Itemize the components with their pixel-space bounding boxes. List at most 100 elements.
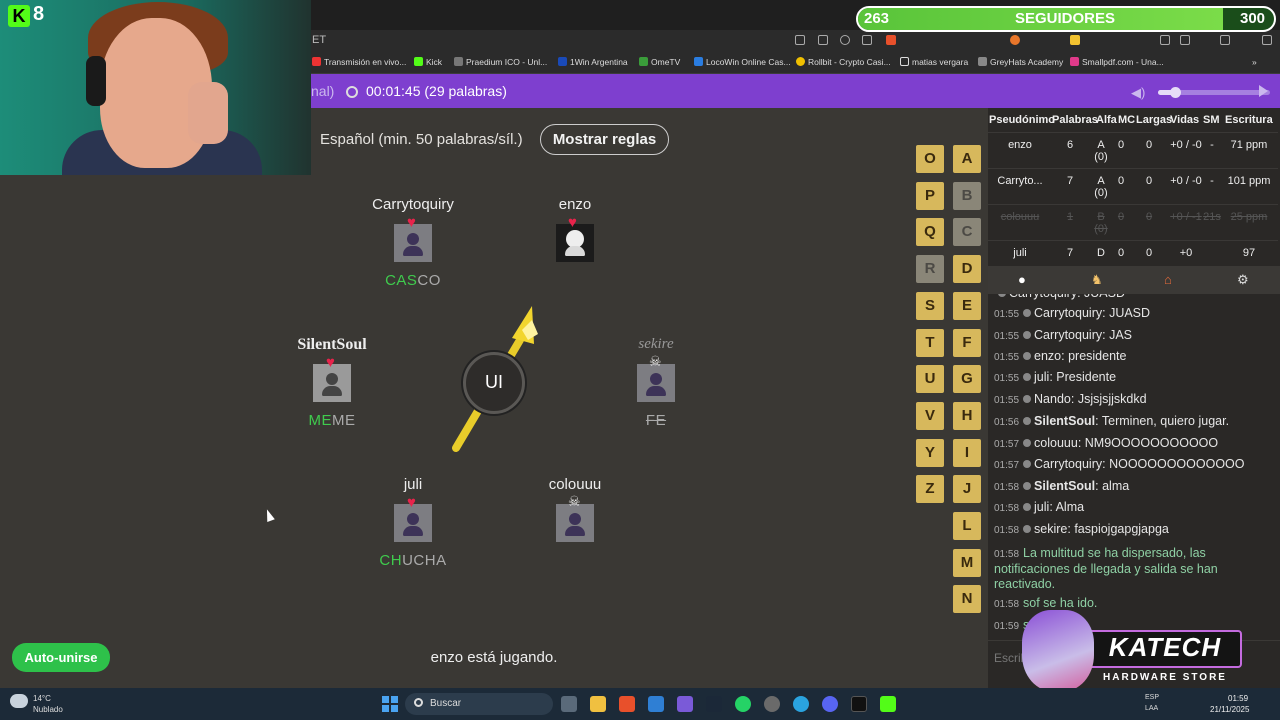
brave-browser-icon[interactable]: [619, 696, 635, 712]
user-icon: [1023, 525, 1032, 533]
kick-logo-icon: K: [8, 5, 30, 27]
chat-user[interactable]: SilentSoul: [1034, 414, 1095, 428]
language-indicator[interactable]: ESP: [1145, 694, 1159, 701]
chat-user[interactable]: Carrytoquiry: [1009, 294, 1077, 300]
score-cell: 0: [1145, 139, 1153, 151]
chat-user[interactable]: Carrytoquiry: [1034, 328, 1102, 342]
kick-icon[interactable]: [880, 696, 896, 712]
letter-tile: T: [916, 328, 944, 357]
more-bookmarks-icon[interactable]: »: [1252, 57, 1257, 67]
extension-icon[interactable]: [1070, 35, 1080, 45]
letter-tile: S: [916, 291, 944, 320]
cloud-icon[interactable]: [10, 694, 28, 708]
chat-text: NOOOOOOOOOOOOO: [1109, 457, 1245, 471]
windows-taskbar: [0, 688, 1280, 720]
bookmark[interactable]: Transmisión en vivo...: [312, 57, 406, 67]
telegram-icon[interactable]: [793, 696, 809, 712]
chat-user[interactable]: sekire: [1034, 522, 1067, 536]
chat-user[interactable]: juli: [1034, 500, 1049, 514]
chat-user[interactable]: Nando: [1034, 392, 1071, 406]
letter-tile: P: [916, 181, 944, 210]
screen-icon[interactable]: [795, 35, 805, 45]
letter-tile: C: [953, 218, 981, 247]
discord-icon[interactable]: [822, 696, 838, 712]
task-view-icon[interactable]: [561, 696, 577, 712]
score-cell: B (0): [1094, 211, 1108, 235]
column-header[interactable]: Escritura: [1225, 114, 1273, 126]
chat-user[interactable]: juli: [1034, 370, 1049, 384]
column-header[interactable]: MC: [1118, 114, 1135, 126]
bookmark[interactable]: 1Win Argentina: [558, 57, 628, 67]
score-cell: 0: [1145, 247, 1153, 259]
settings-gear-icon[interactable]: ⚙: [1237, 272, 1249, 288]
clock-time[interactable]: 01:59: [1228, 694, 1248, 703]
column-header[interactable]: SM: [1203, 114, 1220, 126]
url-text: ET: [312, 34, 327, 46]
weather-temp[interactable]: 14°C: [33, 694, 51, 703]
bookmark[interactable]: GreyHats Academy: [978, 57, 1063, 67]
share-icon[interactable]: [862, 35, 872, 45]
chat-user[interactable]: Carrytoquiry: [1034, 306, 1102, 320]
score-cell: 7: [1066, 175, 1074, 187]
chat-user[interactable]: SilentSoul: [1034, 479, 1095, 493]
chat-time: 01:55: [994, 395, 1020, 406]
chat-user[interactable]: colouuu: [1034, 436, 1078, 450]
windows-start-icon[interactable]: [382, 696, 398, 712]
taskbar-search[interactable]: Buscar: [405, 693, 553, 715]
media-icon[interactable]: [1160, 35, 1170, 45]
column-header[interactable]: Alfa: [1096, 114, 1117, 126]
bookmark[interactable]: Rollbit - Crypto Casi...: [796, 57, 891, 67]
letter-tile: Y: [916, 438, 944, 467]
bookmark[interactable]: LocoWin Online Cas...: [694, 57, 791, 67]
heart-icon: ♥: [326, 354, 335, 371]
chat-text: JUASD: [1084, 294, 1125, 300]
zoom-icon[interactable]: [840, 35, 850, 45]
menu-icon[interactable]: [1262, 35, 1272, 45]
player-name: Carrytoquiry: [372, 196, 454, 213]
bookmark[interactable]: Smallpdf.com - Una...: [1070, 57, 1164, 67]
volume-slider[interactable]: [1158, 87, 1270, 98]
bookmark-folder[interactable]: matias vergara: [900, 57, 968, 67]
bookmark[interactable]: Praedium ICO - Unl...: [454, 57, 547, 67]
clock-date[interactable]: 21/11/2025: [1210, 705, 1249, 714]
volume-icon[interactable]: ◀): [1131, 85, 1145, 101]
room-tab-icon[interactable]: ⌂: [1164, 272, 1172, 287]
tiktok-icon[interactable]: [851, 696, 867, 712]
bookmark[interactable]: Kick: [414, 57, 442, 67]
column-header[interactable]: Pseudónimo: [989, 114, 1055, 126]
column-header[interactable]: Palabras: [1052, 114, 1098, 126]
download-icon[interactable]: [1220, 35, 1230, 45]
chat-user[interactable]: Carrytoquiry: [1034, 457, 1102, 471]
vscode-icon[interactable]: [648, 696, 664, 712]
file-explorer-icon[interactable]: [590, 696, 606, 712]
extension-icon[interactable]: [1010, 35, 1020, 45]
weather-desc[interactable]: Nublado: [33, 705, 63, 714]
language-indicator[interactable]: LAA: [1145, 705, 1158, 712]
translate-icon[interactable]: [818, 35, 828, 45]
game-mode: nal): [311, 83, 335, 99]
search-icon: [414, 698, 423, 707]
letter-tile: Z: [916, 475, 944, 504]
whatsapp-icon[interactable]: [735, 696, 751, 712]
chat-log[interactable]: Carrytoquiry: JUASD 01:55 Carrytoquiry: JU…: [988, 294, 1278, 640]
players-tab-icon[interactable]: ♞: [1091, 272, 1103, 288]
heart-icon: ♥: [407, 214, 416, 231]
brave-shield-icon[interactable]: [886, 35, 896, 45]
show-rules-button[interactable]: Mostrar reglas: [540, 124, 669, 155]
chat-user[interactable]: enzo: [1034, 349, 1061, 363]
user-icon: [1023, 331, 1032, 339]
app-icon[interactable]: [677, 696, 693, 712]
chat-time: 01:58: [994, 482, 1020, 493]
obs-icon[interactable]: [764, 696, 780, 712]
chat-tab-icon[interactable]: ●: [1018, 272, 1026, 287]
player-name: juli: [403, 476, 423, 493]
sidebar-icon[interactable]: [1180, 35, 1190, 45]
player-avatar: [556, 504, 594, 542]
column-header[interactable]: Vidas: [1170, 114, 1199, 126]
column-header[interactable]: Largas: [1136, 114, 1172, 126]
auto-join-button[interactable]: Auto-unirse: [12, 643, 110, 672]
play-icon[interactable]: [1259, 85, 1268, 97]
bookmark[interactable]: OmeTV: [639, 57, 680, 67]
scoreboard-row: Carryto... 7 A (0) 0 0 +0 / -0- 101 ppm: [988, 168, 1278, 204]
steam-icon[interactable]: [706, 696, 722, 712]
